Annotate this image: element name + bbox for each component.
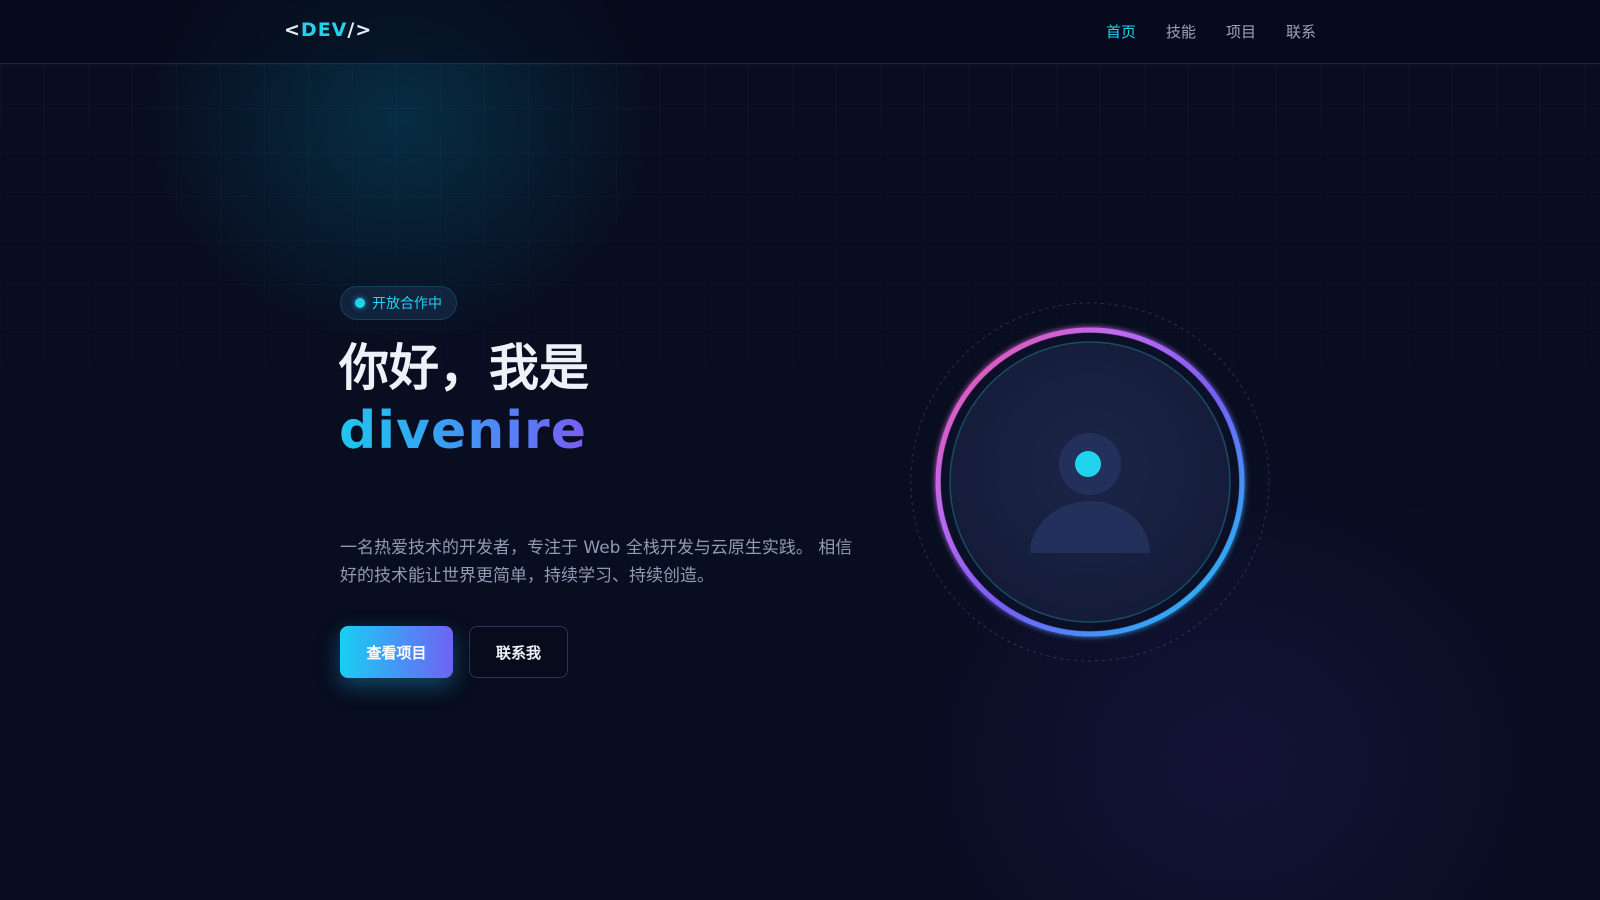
avatar: [910, 302, 1270, 662]
status-badge: 开放合作中: [340, 286, 457, 320]
page: <DEV/> 首页 技能 项目 联系 开放合作中 你好，我是 divenire …: [0, 0, 1600, 900]
status-badge-text: 开放合作中: [372, 296, 442, 312]
nav-links: 首页 技能 项目 联系: [1106, 21, 1316, 42]
status-dot-icon: [355, 298, 365, 308]
logo-close-bracket: />: [347, 19, 373, 41]
hero-title: 你好，我是: [339, 339, 589, 397]
nav-link-skills[interactable]: 技能: [1166, 21, 1196, 42]
nav-link-home[interactable]: 首页: [1106, 21, 1136, 42]
logo-open-bracket: <: [284, 19, 301, 41]
hero-description: 一名热爱技术的开发者，专注于 Web 全栈开发与云原生实践。 相信好的技术能让世…: [340, 538, 853, 586]
nav-link-contact[interactable]: 联系: [1286, 21, 1316, 42]
view-projects-button[interactable]: 查看项目: [340, 626, 453, 678]
contact-me-button[interactable]: 联系我: [469, 626, 568, 678]
site-logo[interactable]: <DEV/>: [284, 19, 372, 41]
nav-link-projects[interactable]: 项目: [1226, 21, 1256, 42]
hero-name: divenire: [339, 401, 587, 461]
user-icon: [910, 302, 1270, 662]
background-grid: [0, 64, 1600, 900]
logo-name: DEV: [300, 19, 348, 41]
navbar: <DEV/> 首页 技能 项目 联系: [0, 0, 1600, 64]
